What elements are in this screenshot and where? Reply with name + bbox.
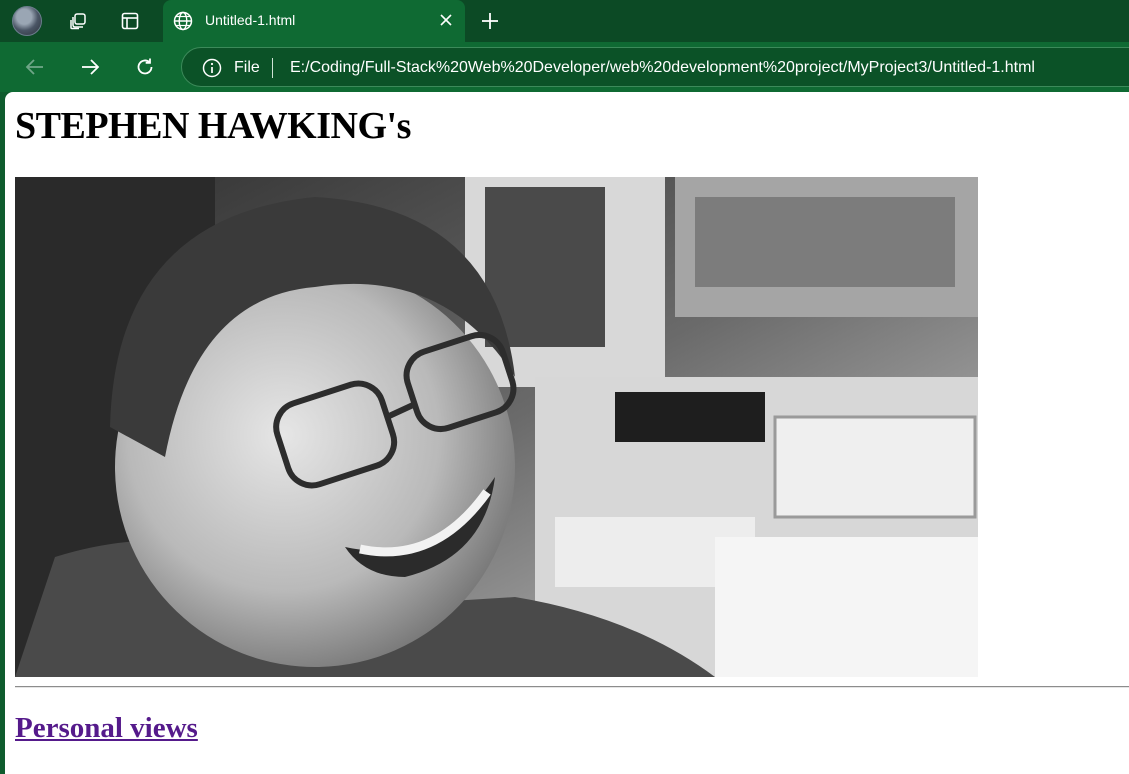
profile-avatar[interactable] xyxy=(12,6,42,36)
hawking-photo xyxy=(15,177,978,677)
page-heading: STEPHEN HAWKING's xyxy=(15,105,411,147)
reload-icon xyxy=(137,58,153,75)
arrow-left-icon xyxy=(25,59,43,75)
tab-active[interactable]: Untitled-1.html xyxy=(163,0,465,42)
address-separator xyxy=(272,58,273,78)
new-tab-button[interactable] xyxy=(475,6,505,36)
tab-actions-icon xyxy=(121,12,139,30)
browser-toolbar: File E:/Coding/Full-Stack%20Web%20Develo… xyxy=(0,42,1129,92)
address-bar[interactable]: File E:/Coding/Full-Stack%20Web%20Develo… xyxy=(181,47,1129,87)
tab-title: Untitled-1.html xyxy=(205,12,296,28)
tab-strip: Untitled-1.html xyxy=(0,0,1129,42)
personal-views-link[interactable]: Personal views xyxy=(15,712,198,745)
globe-icon xyxy=(173,11,193,31)
tab-actions-button[interactable] xyxy=(115,6,145,36)
workspaces-button[interactable] xyxy=(63,6,93,36)
horizontal-rule xyxy=(15,686,1129,688)
back-button[interactable] xyxy=(20,52,50,82)
plus-icon xyxy=(482,13,498,29)
url-text[interactable]: E:/Coding/Full-Stack%20Web%20Developer/w… xyxy=(290,59,1035,77)
page-viewport: STEPHEN HAWKING's Personal views xyxy=(5,92,1129,774)
workspaces-icon xyxy=(70,13,86,30)
reload-button[interactable] xyxy=(130,52,160,82)
info-icon[interactable] xyxy=(202,58,222,78)
close-icon[interactable] xyxy=(439,13,453,27)
arrow-right-icon xyxy=(82,59,100,75)
forward-button[interactable] xyxy=(75,52,105,82)
scheme-label: File xyxy=(234,59,260,76)
